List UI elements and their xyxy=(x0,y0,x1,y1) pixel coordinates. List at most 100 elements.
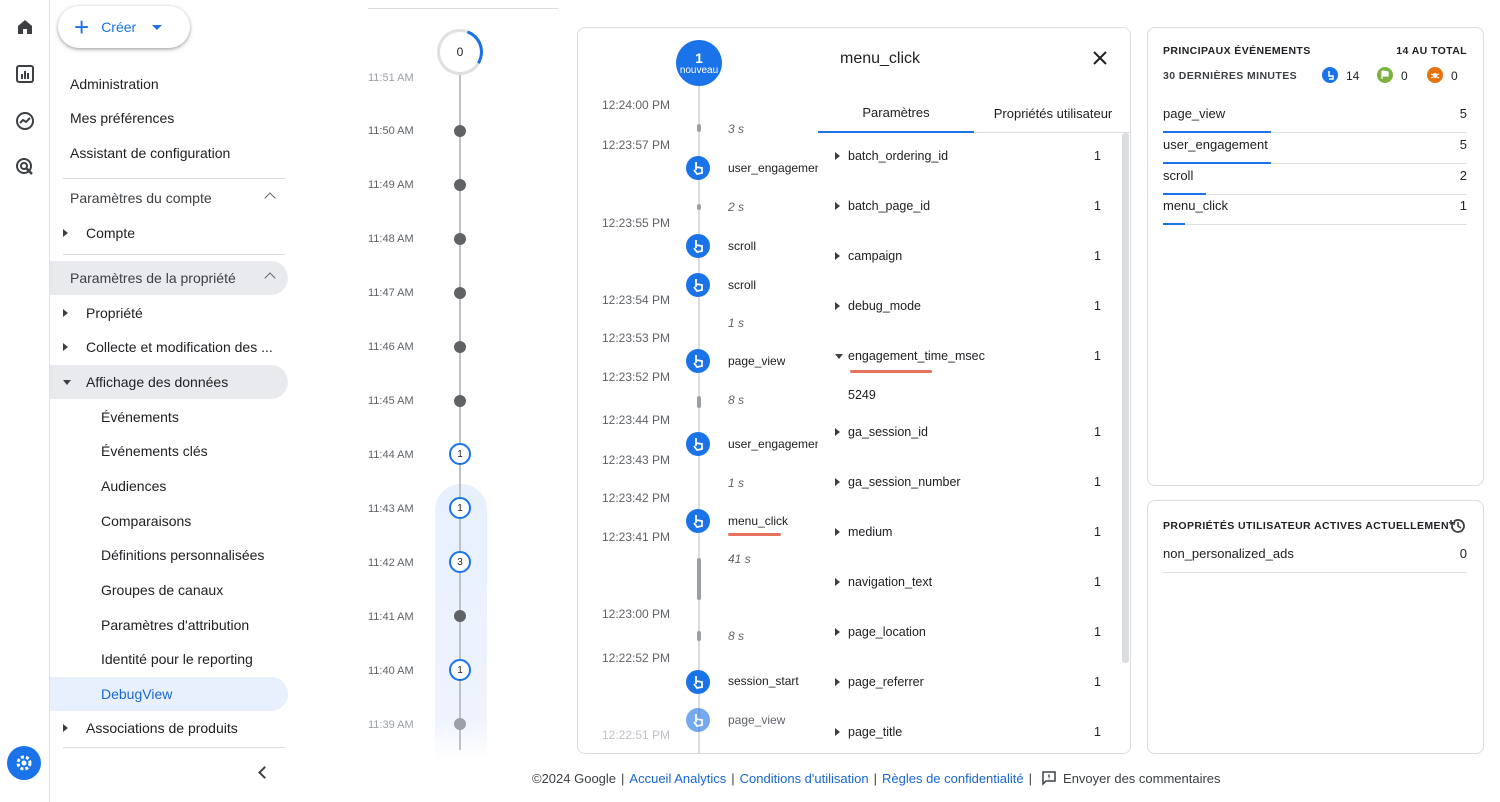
touch-event-icon xyxy=(686,670,710,694)
event-name[interactable]: session_start xyxy=(728,674,799,688)
top-event-row[interactable]: user_engagement 5 xyxy=(1163,133,1467,164)
nav-audiences[interactable]: Audiences xyxy=(50,469,288,503)
nav-reporting-identity[interactable]: Identité pour le reporting xyxy=(50,642,288,676)
minute-dot[interactable] xyxy=(454,125,466,137)
top-event-row[interactable]: menu_click 1 xyxy=(1163,194,1467,225)
minute-dot[interactable] xyxy=(454,395,466,407)
param-count: 1 xyxy=(1094,575,1101,589)
expand-arrow-icon xyxy=(835,252,840,260)
minute-event-count[interactable]: 1 xyxy=(449,659,471,681)
param-row[interactable]: debug_mode 1 xyxy=(818,297,1118,317)
stream-line xyxy=(698,86,700,753)
chevron-up-icon xyxy=(264,192,276,204)
current-minute-counter[interactable]: 0 xyxy=(437,29,483,75)
key-event-count: 0 xyxy=(1401,69,1408,83)
nav-debugview[interactable]: DebugView xyxy=(50,677,288,711)
nav-key-events[interactable]: Événements clés xyxy=(50,434,288,468)
touch-event-icon xyxy=(686,349,710,373)
minute-label: 11:50 AM xyxy=(368,125,414,137)
analytics-home-link[interactable]: Accueil Analytics xyxy=(629,771,726,786)
event-name[interactable]: scroll xyxy=(728,278,756,292)
nav-product-links[interactable]: Associations de produits xyxy=(50,711,288,745)
close-icon[interactable] xyxy=(1090,48,1110,68)
new-events-badge[interactable]: 1 nouveau xyxy=(676,40,722,86)
admin-gear-icon[interactable] xyxy=(7,746,41,780)
nav-comparisons[interactable]: Comparaisons xyxy=(50,504,288,538)
minute-dot[interactable] xyxy=(454,341,466,353)
nav-label: Collecte et modification des ... xyxy=(86,339,273,355)
reports-icon[interactable] xyxy=(12,61,38,87)
minute-label: 11:51 AM xyxy=(368,72,414,84)
minute-dot[interactable] xyxy=(454,179,466,191)
minute-dot[interactable] xyxy=(454,287,466,299)
nav-events[interactable]: Événements xyxy=(50,400,288,434)
nav-account-section[interactable]: Paramètres du compte xyxy=(50,181,288,215)
nav-channel-groups[interactable]: Groupes de canaux xyxy=(50,573,288,607)
plus-icon: + xyxy=(74,12,90,42)
nav-property[interactable]: Propriété xyxy=(50,296,288,330)
history-icon[interactable] xyxy=(1449,517,1467,540)
touch-event-icon xyxy=(686,234,710,258)
minute-label: 11:40 AM xyxy=(368,665,414,677)
param-count: 1 xyxy=(1094,249,1101,263)
minute-dot[interactable] xyxy=(454,718,466,730)
param-name: navigation_text xyxy=(848,575,933,589)
details-scrollbar[interactable] xyxy=(1122,133,1129,663)
event-name[interactable]: scroll xyxy=(728,239,756,253)
top-event-row[interactable]: scroll 2 xyxy=(1163,164,1467,195)
privacy-link[interactable]: Règles de confidentialité xyxy=(882,771,1024,786)
explore-icon[interactable] xyxy=(12,108,38,134)
param-count: 1 xyxy=(1094,299,1101,313)
event-name[interactable]: user_engagement xyxy=(728,437,818,451)
param-row[interactable]: campaign 1 xyxy=(818,247,1118,267)
nav-custom-definitions[interactable]: Définitions personnalisées xyxy=(50,538,288,572)
expand-arrow-icon xyxy=(63,309,68,317)
send-feedback-button[interactable]: Envoyer des commentaires xyxy=(1041,770,1221,786)
param-row[interactable]: medium 1 xyxy=(818,523,1118,543)
event-name[interactable]: page_view xyxy=(728,354,785,368)
param-row[interactable]: page_location 1 xyxy=(818,623,1118,643)
touch-event-icon xyxy=(686,156,710,180)
minute-dot[interactable] xyxy=(454,233,466,245)
advertising-icon[interactable] xyxy=(12,154,38,180)
param-row[interactable]: navigation_text 1 xyxy=(818,573,1118,593)
param-row[interactable]: page_title 1 xyxy=(818,723,1118,743)
event-name-selected[interactable]: menu_click xyxy=(728,514,788,528)
minute-event-count[interactable]: 3 xyxy=(449,551,471,573)
nav-attribution-settings[interactable]: Paramètres d'attribution xyxy=(50,608,288,642)
feedback-label: Envoyer des commentaires xyxy=(1063,770,1221,786)
tab-user-properties[interactable]: Propriétés utilisateur xyxy=(974,94,1130,133)
event-name[interactable]: page_view xyxy=(728,713,785,727)
param-count: 1 xyxy=(1094,149,1101,163)
nav-administration[interactable]: Administration xyxy=(50,67,288,101)
param-row[interactable]: batch_page_id 1 xyxy=(818,197,1118,217)
nav-account[interactable]: Compte xyxy=(50,216,288,250)
param-row[interactable]: batch_ordering_id 1 xyxy=(818,147,1118,167)
time-gap: 1 s xyxy=(728,316,745,330)
tab-parameters[interactable]: Paramètres xyxy=(818,94,974,133)
touch-event-icon xyxy=(686,432,710,456)
collapse-nav-chevron-icon[interactable] xyxy=(258,766,271,779)
minute-event-count[interactable]: 1 xyxy=(449,443,471,465)
home-icon[interactable] xyxy=(12,14,38,40)
nav-data-display[interactable]: Affichage des données xyxy=(50,365,288,399)
top-event-row[interactable]: page_view 5 xyxy=(1163,102,1467,133)
admin-nav: + Créer Administration Mes préférences A… xyxy=(50,0,300,802)
terms-link[interactable]: Conditions d'utilisation xyxy=(740,771,869,786)
nav-data-collection[interactable]: Collecte et modification des ... xyxy=(50,330,288,364)
param-row[interactable]: ga_session_number 1 xyxy=(818,473,1118,493)
param-name: medium xyxy=(848,525,893,539)
minute-event-count[interactable]: 1 xyxy=(449,497,471,519)
user-property-row[interactable]: non_personalized_ads 0 xyxy=(1163,542,1467,573)
create-button[interactable]: + Créer xyxy=(58,6,190,48)
minute-dot[interactable] xyxy=(454,610,466,622)
copyright: ©2024 Google xyxy=(532,770,617,786)
nav-setup-assistant[interactable]: Assistant de configuration xyxy=(50,136,288,170)
param-row[interactable]: page_referrer 1 xyxy=(818,673,1118,693)
param-row[interactable]: ga_session_id 1 xyxy=(818,423,1118,443)
nav-property-section[interactable]: Paramètres de la propriété xyxy=(50,261,288,295)
param-row-expanded[interactable]: engagement_time_msec 1 xyxy=(818,347,1118,367)
nav-preferences[interactable]: Mes préférences xyxy=(50,101,288,135)
param-count: 1 xyxy=(1094,475,1101,489)
event-name[interactable]: user_engagement xyxy=(728,161,818,175)
